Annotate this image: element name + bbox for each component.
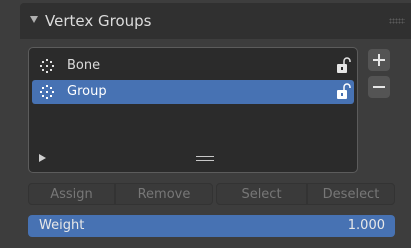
- select-button[interactable]: Select: [216, 183, 307, 205]
- panel-title: Vertex Groups: [45, 12, 152, 30]
- collapse-arrow-icon[interactable]: [30, 16, 38, 23]
- add-vertex-group-button[interactable]: [368, 49, 390, 71]
- list-item-label: Group: [67, 84, 107, 99]
- deselect-button[interactable]: Deselect: [307, 183, 395, 205]
- unlocked-icon[interactable]: [336, 83, 352, 101]
- drag-grip-icon[interactable]: [389, 18, 405, 24]
- remove-vertex-group-button[interactable]: [368, 76, 390, 98]
- weight-value: 1.000: [347, 218, 385, 233]
- list-item-group[interactable]: Group: [32, 80, 354, 104]
- panel-header[interactable]: Vertex Groups: [20, 3, 411, 39]
- vertex-group-icon: [40, 59, 54, 73]
- list-resize-handle[interactable]: [196, 156, 214, 161]
- minus-icon: [373, 86, 385, 88]
- vertex-group-list[interactable]: Bone Group: [28, 47, 358, 173]
- unlocked-icon[interactable]: [336, 57, 352, 75]
- list-item-bone[interactable]: Bone: [32, 54, 354, 78]
- assign-button[interactable]: Assign: [28, 183, 115, 205]
- weight-slider[interactable]: Weight 1.000: [28, 215, 395, 237]
- remove-button[interactable]: Remove: [115, 183, 213, 205]
- vertex-groups-panel: Vertex Groups Bone Group Assign Remove S…: [20, 3, 411, 248]
- weight-label: Weight: [39, 218, 85, 233]
- list-filter-toggle-icon[interactable]: [39, 154, 46, 162]
- plus-icon-stroke: [378, 54, 380, 66]
- properties-editor: Vertex Groups Bone Group Assign Remove S…: [0, 0, 411, 248]
- vertex-group-icon: [40, 85, 54, 99]
- list-item-label: Bone: [67, 58, 101, 73]
